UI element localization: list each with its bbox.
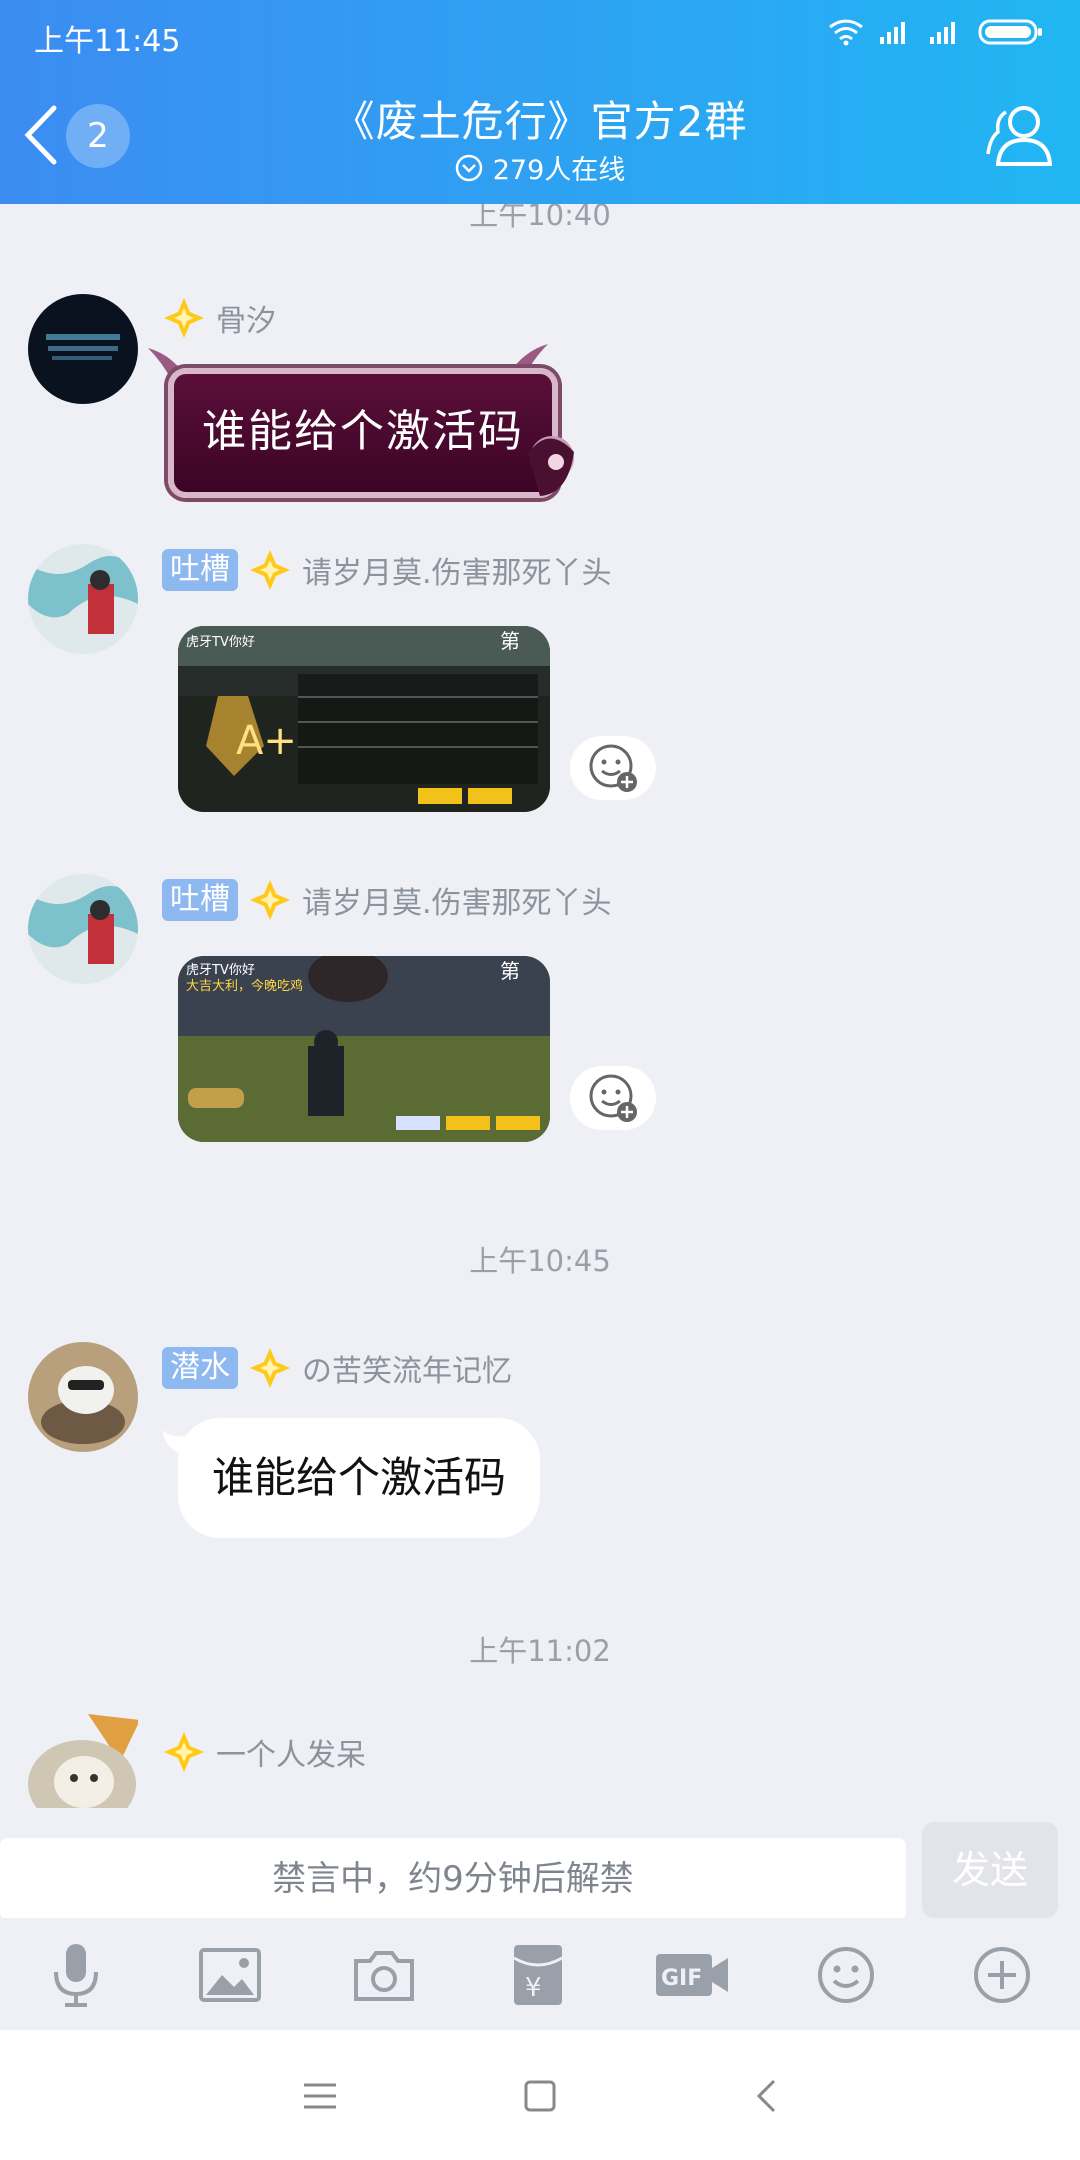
input-toolbar: ¥ GIF	[0, 1918, 1080, 2030]
group-members-button[interactable]	[984, 100, 1058, 170]
sender-line: 一个人发呆	[162, 1730, 366, 1774]
image-subcaption: 大吉大利，今晚吃鸡	[186, 978, 303, 994]
sender-line: 吐槽 请岁月莫.伤害那死丫头	[162, 548, 612, 592]
red-packet-button[interactable]: ¥	[498, 1940, 578, 2010]
system-nav-bar	[0, 2030, 1080, 2160]
plus-icon	[974, 1947, 1030, 2003]
svg-text:第: 第	[500, 959, 520, 983]
avatar[interactable]	[28, 294, 138, 404]
image-message[interactable]: A+ 虎牙TV你好 第	[178, 626, 550, 812]
mic-icon	[54, 1944, 98, 2007]
signal-icon-2	[930, 22, 955, 44]
gif-button[interactable]: GIF	[652, 1940, 732, 2010]
sender-line: 吐槽 请岁月莫.伤害那死丫头	[162, 878, 612, 922]
avatar-image	[28, 1714, 138, 1808]
voice-button[interactable]	[36, 1940, 116, 2010]
sticker-message[interactable]: 谁能给个激活码	[168, 368, 558, 498]
camera-icon	[354, 1951, 414, 2001]
sender-name[interactable]: 请岁月莫.伤害那死丫头	[302, 878, 612, 922]
status-icons	[828, 18, 1044, 46]
text-message[interactable]: 谁能给个激活码	[178, 1418, 541, 1538]
chevron-down-circle-icon	[455, 154, 482, 181]
avatar-image	[28, 544, 138, 654]
sender-name[interactable]: 一个人发呆	[216, 1730, 366, 1774]
chat-message: 吐槽 请岁月莫.伤害那死丫头 虎牙TV你好 大吉大利，今晚吃鸡 第	[0, 874, 1080, 1144]
signal-icon	[880, 22, 905, 44]
add-reaction-button[interactable]	[570, 1066, 656, 1130]
timestamp: 上午10:40	[469, 204, 611, 232]
game-screenshot: 虎牙TV你好 大吉大利，今晚吃鸡 第	[178, 956, 550, 1142]
diamond-icon	[250, 1348, 290, 1388]
member-badge: 吐槽	[162, 549, 238, 591]
chat-message: 吐槽 请岁月莫.伤害那死丫头 A+ 虎牙TV你好 第	[0, 544, 1080, 814]
back-arrow-icon	[756, 2079, 776, 2113]
gif-icon: GIF	[656, 1954, 728, 1996]
sender-line: 潜水 の苦笑流年记忆	[162, 1346, 512, 1390]
timestamp: 上午10:45	[469, 1244, 611, 1278]
sender-line: 骨汐	[162, 296, 276, 340]
avatar[interactable]	[28, 874, 138, 984]
member-badge: 潜水	[162, 1347, 238, 1389]
svg-text:A+: A+	[236, 718, 297, 764]
member-badge: 吐槽	[162, 879, 238, 921]
group-title[interactable]: 《废土危行》官方2群	[0, 88, 1080, 149]
image-caption: 虎牙TV你好	[186, 635, 255, 650]
diamond-icon	[164, 1732, 204, 1772]
svg-text:第: 第	[500, 629, 520, 653]
more-button[interactable]	[962, 1940, 1042, 2010]
diamond-icon	[250, 550, 290, 590]
image-message[interactable]: 虎牙TV你好 大吉大利，今晚吃鸡 第	[178, 956, 550, 1142]
send-button[interactable]: 发送	[922, 1822, 1058, 1918]
avatar-image	[28, 874, 138, 984]
chat-message: 一个人发呆	[0, 1694, 1080, 1808]
online-text: 279人在线	[492, 155, 626, 186]
battery-icon	[978, 19, 1042, 45]
chat-message-list[interactable]: 上午10:40 骨汐 谁能给个激活码 吐槽 请岁月莫.伤害那死丫头 A+ 虎牙T…	[0, 204, 1080, 1808]
menu-button[interactable]	[290, 2070, 350, 2122]
home-button[interactable]	[510, 2070, 570, 2122]
menu-icon	[304, 2083, 336, 2109]
emoji-icon	[818, 1947, 874, 2003]
emoji-plus-icon	[589, 744, 637, 792]
avatar[interactable]	[28, 544, 138, 654]
input-row: 禁言中，约9分钟后解禁 发送	[0, 1808, 1080, 1920]
wifi-icon	[829, 19, 863, 46]
sticker-girl	[528, 436, 574, 496]
nav-back-button[interactable]	[736, 2070, 796, 2122]
chat-message: 骨汐 谁能给个激活码	[0, 294, 1080, 524]
status-bar: 上午11:45	[34, 14, 1044, 59]
svg-text:¥: ¥	[525, 1973, 542, 2003]
emoji-plus-icon	[589, 1074, 637, 1122]
avatar-image	[28, 1342, 138, 1452]
add-reaction-button[interactable]	[570, 736, 656, 800]
sender-name[interactable]: 骨汐	[216, 296, 276, 340]
avatar-image	[28, 294, 138, 404]
timestamp: 上午11:02	[469, 1634, 611, 1668]
home-icon	[524, 2080, 556, 2112]
svg-text:GIF: GIF	[661, 1966, 702, 1991]
game-screenshot: A+ 虎牙TV你好 第	[178, 626, 550, 812]
chat-header: 上午11:45 2 《废土危行》官方2群 279人在线	[0, 0, 1080, 204]
status-time: 上午11:45	[34, 24, 181, 59]
online-count[interactable]: 279人在线	[0, 148, 1080, 187]
avatar[interactable]	[28, 1342, 138, 1452]
sender-name[interactable]: の苦笑流年记忆	[302, 1346, 512, 1390]
emoji-button[interactable]	[806, 1940, 886, 2010]
avatar[interactable]	[28, 1714, 138, 1808]
diamond-icon	[250, 880, 290, 920]
red-packet-icon: ¥	[513, 1945, 563, 2005]
image-caption: 虎牙TV你好	[186, 963, 255, 978]
chat-message: 潜水 の苦笑流年记忆 谁能给个激活码	[0, 1342, 1080, 1542]
message-input-muted[interactable]: 禁言中，约9分钟后解禁	[0, 1838, 906, 1920]
diamond-icon	[164, 298, 204, 338]
sender-name[interactable]: 请岁月莫.伤害那死丫头	[302, 548, 612, 592]
image-button[interactable]	[190, 1940, 270, 2010]
camera-button[interactable]	[344, 1940, 424, 2010]
image-icon	[199, 1948, 261, 2002]
